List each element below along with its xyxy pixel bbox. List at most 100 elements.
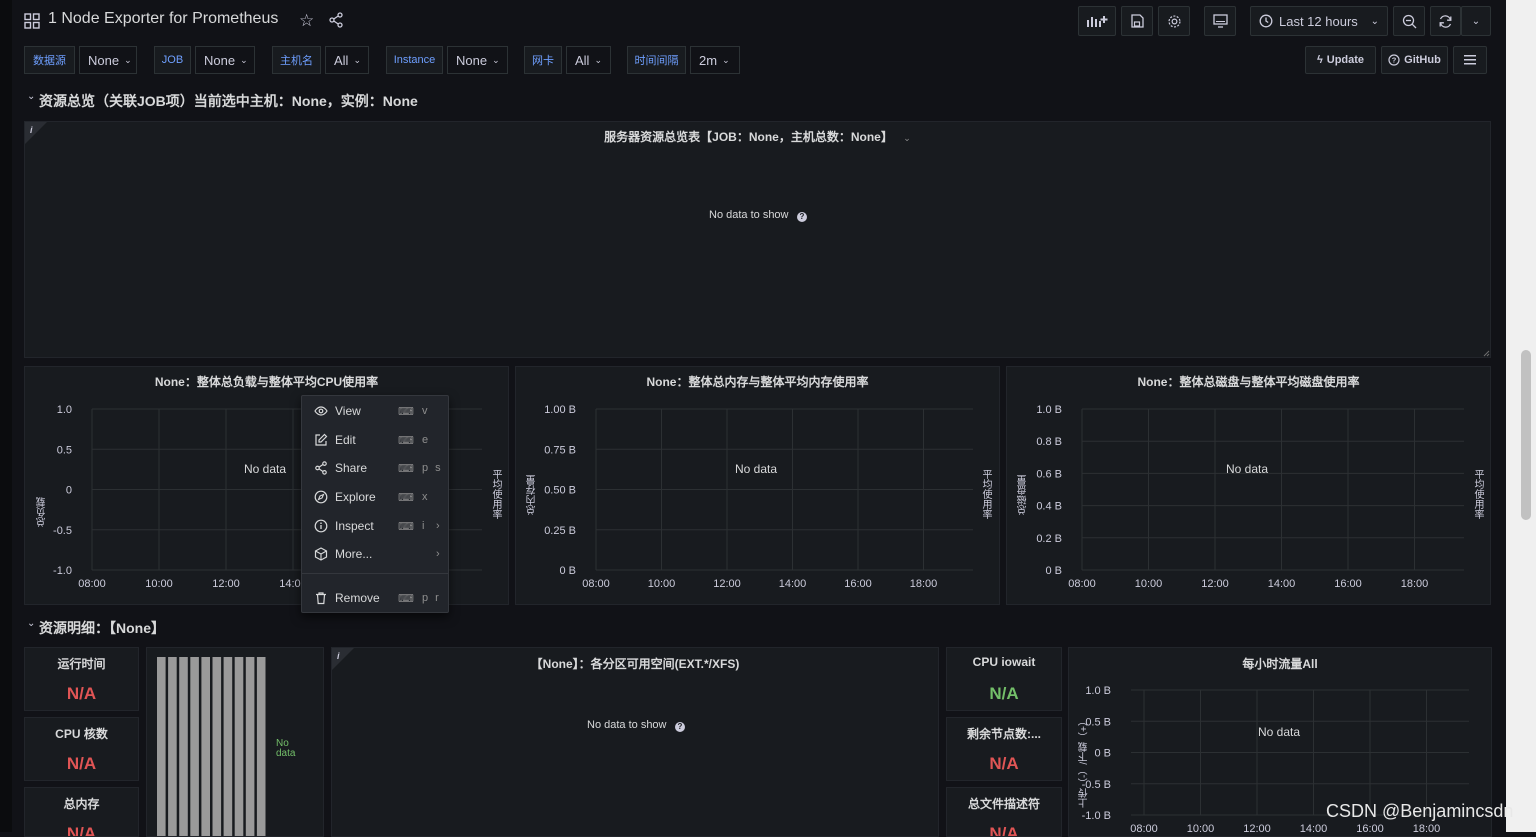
panel-memory[interactable]: None：整体总内存与整体平均内存使用率 1.00 B 0.75 B 0.50 B0… [515, 366, 1000, 605]
row-collapse-icon[interactable]: ⌄ [27, 618, 35, 629]
chevron-down-icon: ⌄ [1370, 15, 1379, 27]
stat-title: 总文件描述符 [967, 797, 1040, 811]
menu-shortcut: x [422, 491, 430, 503]
stat-free-inodes[interactable]: 剩余节点数:... N/A [946, 717, 1062, 781]
x-tick-label: 08:00 [78, 578, 106, 590]
disk-chart: 1.0 B 0.8 B 0.6 B 0.4 B 0.2 B 0 B 08:00 10:00 12… [1036, 404, 1464, 590]
watermark: CSDN @Benjamincsdn [1326, 801, 1514, 821]
dashboard-settings-button[interactable] [1158, 6, 1190, 36]
var-select-nic[interactable]: All ⌄ [566, 46, 611, 74]
y2-axis-label: 平均使用率 [980, 469, 991, 519]
menu-button[interactable] [1453, 46, 1487, 74]
time-range-label: Last 12 hours [1279, 13, 1358, 29]
keyboard-icon: ⌨ [398, 520, 414, 533]
gauge-bar [157, 657, 166, 836]
x-tick-label: 08:00 [1130, 823, 1158, 835]
gauge-bar [245, 657, 255, 836]
y-tick-label: 0.4 B [1036, 501, 1062, 513]
refresh-button[interactable] [1430, 6, 1461, 36]
dashboards-grid-icon[interactable] [24, 13, 40, 29]
stat-cpu-cores[interactable]: CPU 核数 N/A [24, 717, 139, 781]
menu-shortcut: p s [422, 462, 443, 474]
var-select-job[interactable]: None ⌄ [195, 46, 255, 74]
stat-title: CPU 核数 [55, 727, 108, 741]
row-title-detail[interactable]: 资源明细：【None】 [39, 618, 165, 638]
var-select-datasource[interactable]: None ⌄ [79, 46, 137, 74]
var-label-nic: 网卡 [524, 46, 562, 74]
nodata-text: No data to show [709, 209, 789, 221]
var-label-job: JOB [154, 46, 191, 74]
y-tick-label: 0 [66, 485, 72, 497]
scrollbar-thumb[interactable] [1521, 350, 1531, 520]
menu-item-view[interactable]: View ⌨ v [302, 398, 448, 424]
x-tick-label: 10:00 [1187, 823, 1215, 835]
menu-item-inspect[interactable]: Inspect ⌨ i › [302, 513, 448, 539]
star-icon[interactable]: ☆ [299, 11, 314, 31]
menu-item-share[interactable]: Share ⌨ p s [302, 455, 448, 481]
menu-item-edit[interactable]: Edit ⌨ e [302, 427, 448, 453]
menu-item-label: Inspect [335, 519, 374, 533]
x-tick-label: 16:00 [844, 578, 872, 590]
menu-item-label: View [335, 404, 361, 418]
row-collapse-icon[interactable]: ⌄ [27, 91, 35, 102]
stat-uptime[interactable]: 运行时间 N/A [24, 647, 139, 711]
menu-item-more[interactable]: More... › [302, 541, 448, 567]
panel-bar-gauge[interactable]: No data [146, 647, 324, 837]
add-panel-button[interactable] [1078, 6, 1116, 36]
gauge-bar [256, 657, 266, 836]
stat-value: N/A [66, 684, 97, 703]
chevron-down-icon: ⌄ [353, 54, 361, 65]
dashboard-title[interactable]: 1 Node Exporter for Prometheus [48, 10, 278, 28]
menu-item-remove[interactable]: Remove ⌨ p r [302, 585, 448, 611]
refresh-interval-dropdown[interactable]: ⌄ [1461, 6, 1491, 36]
refresh-icon [1439, 14, 1452, 28]
menu-item-label: More... [335, 547, 373, 561]
nodata-text: No data [276, 738, 296, 759]
chevron-down-icon: ⌄ [594, 54, 602, 65]
menu-shortcut: v [422, 405, 430, 417]
y-tick-label: 1.0 B [1085, 685, 1111, 697]
panel-disk[interactable]: None：整体总磁盘与整体平均磁盘使用率 1.0 B 0.8 B 0.6 B 0.4 … [1006, 366, 1491, 605]
var-label-datasource: 数据源 [24, 46, 75, 74]
var-select-hostname[interactable]: All ⌄ [325, 46, 369, 74]
keyboard-icon: ⌨ [398, 462, 414, 475]
x-tick-label: 14:00 [779, 578, 807, 590]
x-tick-label: 12:00 [1243, 823, 1271, 835]
panel-server-table[interactable]: i 服务器资源总览表【JOB：None，主机总数：None】 ⌄ No data… [24, 121, 1491, 358]
nodata-message: No data to show ? [587, 715, 685, 733]
save-dashboard-button[interactable] [1121, 6, 1153, 36]
x-tick-label: 14:00 [1268, 578, 1296, 590]
github-link[interactable]: ? GitHub [1381, 46, 1448, 74]
chevron-down-icon: ⌄ [1471, 15, 1481, 27]
y-axis-label: 总负载 [37, 497, 48, 527]
var-select-interval[interactable]: 2m ⌄ [690, 46, 740, 74]
y-tick-label: -1.0 B [1082, 810, 1111, 822]
x-tick-label: 12:00 [1201, 578, 1229, 590]
x-tick-label: 16:00 [1334, 578, 1362, 590]
y-tick-label: 0 B [1094, 748, 1111, 760]
question-circle-icon: ? [1388, 54, 1400, 66]
row-title-overview[interactable]: 资源总览（关联JOB项）当前选中主机：None，实例：None [39, 91, 418, 111]
resize-handle-icon[interactable] [1482, 349, 1490, 357]
share-icon[interactable] [328, 12, 344, 28]
stat-cpu-iowait[interactable]: CPU iowait N/A [946, 647, 1062, 711]
nodata-text: No data to show [587, 719, 667, 731]
x-tick-label: 18:00 [1413, 823, 1441, 835]
zoom-out-button[interactable] [1393, 6, 1425, 36]
y2-axis-label: 平均使用率 [1472, 469, 1483, 519]
stat-file-descriptors[interactable]: 总文件描述符 N/A [946, 787, 1062, 837]
var-value: None [204, 52, 236, 68]
panel-partitions[interactable]: i 【None】：各分区可用空间(EXT.*/XFS) No data to s… [331, 647, 939, 837]
menu-item-explore[interactable]: Explore ⌨ x [302, 484, 448, 510]
tv-mode-button[interactable] [1204, 6, 1236, 36]
panel-header[interactable]: 服务器资源总览表【JOB：None，主机总数：None】 ⌄ [25, 128, 1490, 146]
gauge-bar [234, 657, 244, 836]
memory-chart: 1.00 B 0.75 B 0.50 B 0.25 B 0 B 08:00 10:00 12:… [544, 404, 973, 590]
var-select-instance[interactable]: None ⌄ [447, 46, 508, 74]
stat-title: 运行时间 [57, 657, 106, 671]
stat-total-memory[interactable]: 总内存 N/A [24, 787, 139, 837]
update-link[interactable]: ϟ Update [1305, 46, 1376, 74]
time-picker-button[interactable]: Last 12 hours ⌄ [1250, 6, 1388, 36]
gauge-bar [223, 657, 233, 836]
y-tick-label: 1.0 B [1036, 404, 1062, 416]
